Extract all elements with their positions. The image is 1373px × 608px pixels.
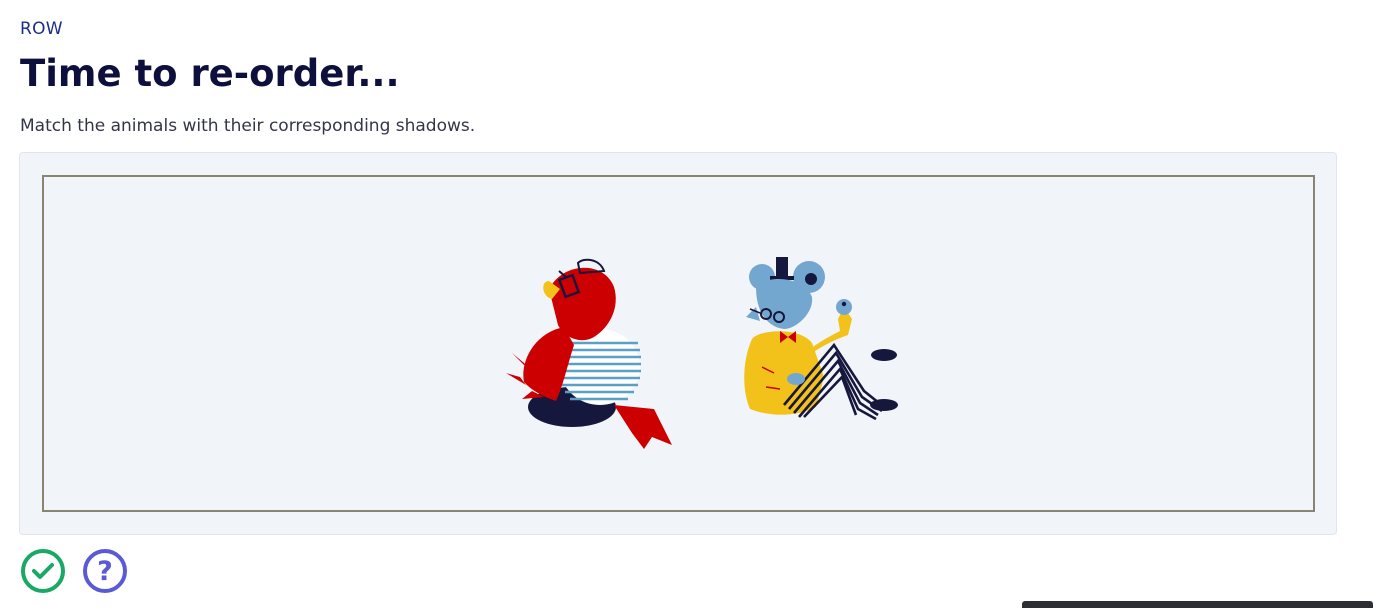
bottom-panel-edge	[1022, 601, 1373, 608]
drop-stage[interactable]	[42, 175, 1315, 512]
instruction-text: Match the animals with their correspondi…	[20, 116, 476, 136]
mouse-illustration[interactable]	[744, 257, 898, 421]
action-bar: ?	[21, 549, 127, 593]
section-label: ROW	[20, 19, 63, 39]
help-button[interactable]: ?	[83, 549, 127, 593]
page-title: Time to re-order...	[20, 52, 400, 95]
parrot-illustration[interactable]	[506, 258, 672, 449]
check-answer-button[interactable]	[21, 549, 65, 593]
check-circle-icon	[32, 563, 54, 579]
help-circle-icon: ?	[97, 555, 113, 587]
